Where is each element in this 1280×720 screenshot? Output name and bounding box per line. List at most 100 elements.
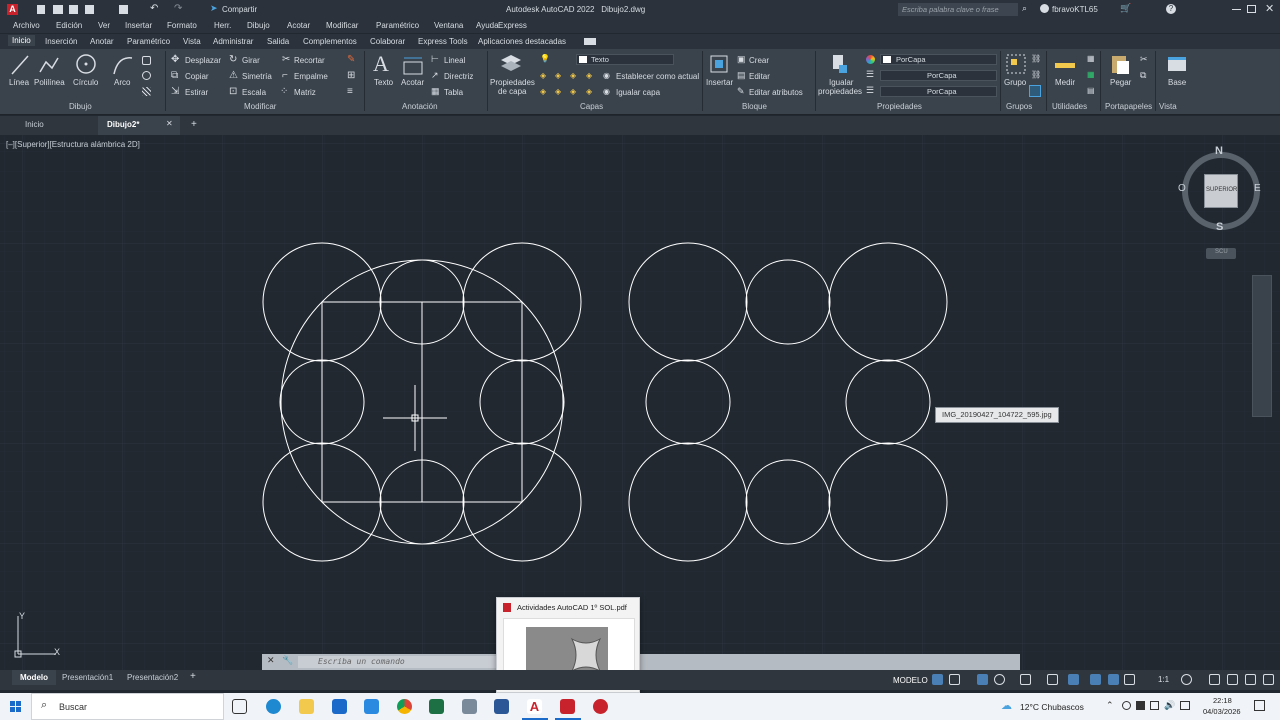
menu-formato[interactable]: Formato: [167, 21, 197, 30]
group-tool-icon[interactable]: ⛓: [1031, 70, 1041, 79]
compass-north[interactable]: N: [1215, 145, 1223, 157]
layer-tool-icon[interactable]: ◈: [586, 87, 592, 96]
model-space-button[interactable]: MODELO: [893, 676, 928, 685]
table-icon[interactable]: ▦: [431, 86, 440, 97]
acrobat-icon[interactable]: [560, 699, 575, 714]
tab-insercion[interactable]: Inserción: [45, 37, 77, 46]
set-current-label[interactable]: Establecer como actual: [616, 72, 699, 81]
snap-mode-icon[interactable]: [949, 674, 960, 685]
dimension-icon[interactable]: [402, 54, 424, 76]
excel-icon[interactable]: [429, 699, 444, 714]
close-tab-icon[interactable]: ✕: [166, 119, 173, 128]
line-icon[interactable]: [10, 54, 30, 76]
tab-home[interactable]: Inicio: [25, 120, 44, 129]
ortho-icon[interactable]: [977, 674, 988, 685]
tab-colaborar[interactable]: Colaborar: [370, 37, 405, 46]
wcs-dropdown[interactable]: SCU: [1206, 248, 1236, 259]
layer-dropdown[interactable]: Texto: [576, 54, 674, 65]
polyline-icon[interactable]: [38, 54, 60, 76]
new-file-icon[interactable]: [37, 5, 45, 14]
menu-parametrico[interactable]: Paramétrico: [376, 21, 419, 30]
help-icon[interactable]: ?: [1166, 4, 1176, 14]
hatch-icon[interactable]: [142, 87, 151, 96]
menu-archivo[interactable]: Archivo: [13, 21, 40, 30]
maximize-icon[interactable]: [1247, 5, 1256, 13]
tab-administrar[interactable]: Administrar: [213, 37, 253, 46]
tab-parametrico[interactable]: Paramétrico: [127, 37, 170, 46]
menu-acotar[interactable]: Acotar: [287, 21, 310, 30]
user-name[interactable]: fbravoKTL65: [1052, 5, 1098, 14]
scale-icon[interactable]: ⊡: [229, 86, 237, 97]
add-layout-icon[interactable]: +: [190, 671, 196, 682]
undo-icon[interactable]: ↶: [150, 3, 158, 14]
ribbon-toggle-icon[interactable]: [584, 38, 596, 45]
trim-label[interactable]: Recortar: [294, 56, 325, 65]
match-layer-icon[interactable]: ◉: [603, 87, 610, 96]
workspace-gear-icon[interactable]: [1181, 674, 1192, 685]
array-label[interactable]: Matriz: [294, 88, 316, 97]
print-icon[interactable]: [119, 5, 128, 14]
create-block-label[interactable]: Crear: [749, 56, 769, 65]
layer-tool-icon[interactable]: ◈: [555, 87, 561, 96]
tray-chevron-icon[interactable]: ⌃: [1106, 700, 1114, 711]
autocad-taskbar-icon[interactable]: A: [527, 699, 542, 714]
isolate-objects-icon[interactable]: [1227, 674, 1238, 685]
offset-icon[interactable]: ≡: [347, 86, 353, 97]
tab-inicio[interactable]: Inicio: [8, 35, 35, 46]
measure-icon[interactable]: [1054, 55, 1076, 75]
close-command-icon[interactable]: ✕: [267, 655, 275, 666]
modify-panel-title[interactable]: Modificar: [244, 102, 276, 111]
grid-toggle-icon[interactable]: [932, 674, 943, 685]
tab-aplicaciones[interactable]: Aplicaciones destacadas: [478, 37, 566, 46]
autocad-logo-icon[interactable]: A: [7, 4, 18, 15]
color-dropdown[interactable]: PorCapa: [880, 54, 997, 65]
linear-icon[interactable]: ⊢: [431, 54, 439, 65]
drawing-canvas[interactable]: [–][Superior][Estructura alámbrica 2D] I…: [0, 135, 1280, 693]
explode-icon[interactable]: ⊞: [347, 70, 355, 81]
scale-label[interactable]: Escala: [242, 88, 266, 97]
command-line[interactable]: ✕ 🔧 Escriba un comando: [262, 654, 1020, 670]
minimize-icon[interactable]: [1232, 9, 1241, 10]
open-file-icon[interactable]: [53, 5, 63, 14]
edit-attributes-label[interactable]: Editar atributos: [749, 88, 803, 97]
match-properties-icon[interactable]: [829, 53, 851, 75]
save-icon[interactable]: [69, 5, 78, 14]
paste-icon[interactable]: [1109, 53, 1131, 75]
rotate-label[interactable]: Girar: [242, 56, 260, 65]
copy-label[interactable]: Copiar: [185, 72, 209, 81]
insert-block-icon[interactable]: [708, 53, 730, 75]
clean-screen-icon[interactable]: [1245, 674, 1256, 685]
move-icon[interactable]: ✥: [171, 54, 179, 65]
share-icon[interactable]: ➤: [210, 3, 218, 14]
tray-icon[interactable]: [1122, 701, 1131, 710]
annotation-scale-icon[interactable]: [1124, 674, 1135, 685]
fillet-label[interactable]: Empalme: [294, 72, 328, 81]
menu-dibujo[interactable]: Dibujo: [247, 21, 270, 30]
tab-salida[interactable]: Salida: [267, 37, 289, 46]
edge-icon[interactable]: [266, 699, 281, 714]
lineweight-dropdown[interactable]: PorCapa: [880, 86, 997, 97]
layer-tool-icon[interactable]: ◈: [570, 71, 576, 80]
group-tool-icon[interactable]: ⛓: [1031, 54, 1041, 63]
redo-icon[interactable]: ↷: [174, 3, 182, 14]
active-doc-tab[interactable]: Dibujo2* ✕: [98, 116, 180, 135]
tab-vista[interactable]: Vista: [183, 37, 201, 46]
base-view-icon[interactable]: [1166, 53, 1188, 75]
word-icon[interactable]: [494, 699, 509, 714]
annotation-scale-value[interactable]: 1:1: [1158, 675, 1169, 684]
erase-icon[interactable]: ✎: [347, 54, 355, 65]
group-icon[interactable]: [1005, 53, 1027, 75]
layer-tool-icon[interactable]: ◈: [540, 71, 546, 80]
copy-icon[interactable]: ⧉: [171, 70, 178, 81]
layout-tab-model[interactable]: Modelo: [12, 670, 56, 685]
object-snap-tracking-icon[interactable]: [1047, 674, 1058, 685]
notifications-icon[interactable]: [1254, 700, 1265, 711]
linear-label[interactable]: Lineal: [444, 56, 465, 65]
menu-ayuda[interactable]: Ayuda: [476, 21, 499, 30]
network-icon[interactable]: [1150, 701, 1159, 710]
weather-text[interactable]: 12°C Chubascos: [1020, 702, 1084, 712]
draw-panel-title[interactable]: Dibujo: [69, 102, 92, 111]
utility-tool-icon[interactable]: ▦: [1087, 54, 1095, 63]
share-button[interactable]: Compartir: [222, 5, 257, 14]
annotation-panel-title[interactable]: Anotación: [402, 102, 438, 111]
